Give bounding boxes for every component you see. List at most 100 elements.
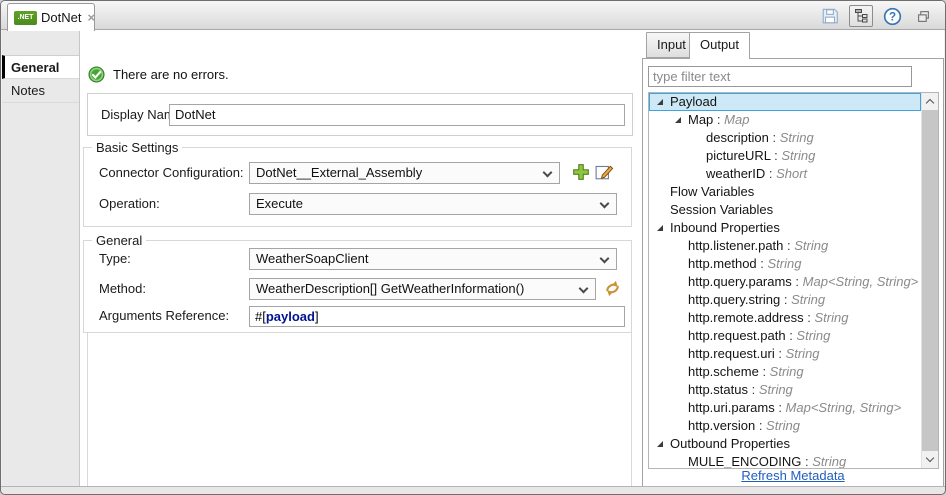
refresh-methods-button[interactable] [603, 279, 622, 298]
tree-item-name: Outbound Properties [670, 436, 790, 451]
tree-item-payload[interactable]: Payload [649, 93, 921, 111]
tree-item-outbound-properties[interactable]: Outbound Properties [649, 435, 921, 453]
tree-item-http-uri-params[interactable]: http.uri.params : Map<String, String> [649, 399, 921, 417]
expression-prefix: #[ [255, 309, 266, 324]
expand-arrow-icon[interactable] [657, 219, 670, 237]
metadata-filter-input[interactable] [648, 66, 912, 87]
edit-configuration-button[interactable] [595, 162, 614, 181]
tree-item-http-query-string[interactable]: http.query.string : String [649, 291, 921, 309]
operation-select[interactable]: Execute [249, 193, 617, 215]
tree-item-type: String [781, 148, 816, 163]
chevron-down-icon [599, 253, 610, 264]
window-bottom-edge [1, 486, 945, 494]
tree-item-http-method[interactable]: http.method : String [649, 255, 921, 273]
save-button[interactable] [818, 5, 842, 27]
tree-view-toggle-button[interactable] [849, 5, 873, 27]
restore-window-icon [917, 10, 929, 22]
tree-item-http-request-uri[interactable]: http.request.uri : String [649, 345, 921, 363]
type-select[interactable]: WeatherSoapClient [249, 248, 617, 270]
tree-item-type: String [766, 418, 801, 433]
no-errors-check-icon [88, 66, 105, 83]
type-separator: : [768, 130, 780, 145]
tree-item-name: pictureURL [706, 148, 771, 163]
svg-text:?: ? [888, 10, 895, 23]
expand-arrow-icon[interactable] [657, 93, 670, 111]
tree-item-name: Map [688, 112, 714, 127]
tree-item-name: MULE_ENCODING [688, 454, 802, 468]
tree-item-session-variables[interactable]: Session Variables [649, 201, 921, 219]
tree-item-type: String [796, 328, 831, 343]
refresh-metadata-link[interactable]: Refresh Metadata [741, 468, 844, 483]
view-toolbar: ? [818, 4, 935, 28]
tree-item-type: String [785, 346, 820, 361]
tree-item-flow-variables[interactable]: Flow Variables [649, 183, 921, 201]
arguments-reference-input[interactable]: #[payload] [249, 306, 625, 327]
tree-item-type: String [767, 256, 802, 271]
help-icon: ? [883, 7, 901, 25]
tab-output[interactable]: Output [689, 32, 751, 59]
tree-item-weatherid[interactable]: weatherID : Short [649, 165, 921, 183]
connector-configuration-value: DotNet__External_Assembly [256, 165, 423, 180]
expression-suffix: ] [314, 309, 319, 324]
tree-item-http-status[interactable]: http.status : String [649, 381, 921, 399]
scroll-up-icon[interactable] [922, 93, 938, 110]
operation-label: Operation: [99, 196, 160, 211]
type-separator: : [783, 238, 795, 253]
type-value: WeatherSoapClient [256, 251, 369, 266]
tree-item-description[interactable]: description : String [649, 129, 921, 147]
connector-configuration-select[interactable]: DotNet__External_Assembly [249, 162, 560, 184]
tree-item-mule-encoding[interactable]: MULE_ENCODING : String [649, 453, 921, 468]
restore-window-button[interactable] [911, 5, 935, 27]
tree-item-http-listener-path[interactable]: http.listener.path : String [649, 237, 921, 255]
tree-item-pictureurl[interactable]: pictureURL : String [649, 147, 921, 165]
sidebar-item-notes[interactable]: Notes [2, 79, 79, 103]
display-name-input[interactable] [169, 103, 625, 126]
tree-item-http-version[interactable]: http.version : String [649, 417, 921, 435]
tree-item-type: String [791, 292, 826, 307]
empty-form-panel [87, 333, 632, 494]
tree-item-type: String [779, 130, 814, 145]
tree-item-name: http.query.params [688, 274, 792, 289]
help-button[interactable]: ? [880, 5, 904, 27]
close-tab-icon[interactable]: × [87, 11, 95, 24]
display-name-section: Display Name: [87, 93, 633, 136]
tree-item-type: Map<String, String> [802, 274, 919, 289]
add-configuration-button[interactable] [572, 163, 590, 181]
scrollbar-thumb[interactable] [922, 110, 938, 451]
tree-item-type: String [758, 382, 793, 397]
type-separator: : [770, 148, 782, 163]
tree-item-name: http.uri.params [688, 400, 775, 415]
scroll-down-icon[interactable] [922, 451, 938, 468]
tree-item-map[interactable]: Map : Map [649, 111, 921, 129]
expand-arrow-icon[interactable] [675, 111, 688, 129]
tree-item-http-request-path[interactable]: http.request.path : String [649, 327, 921, 345]
type-separator: : [791, 274, 803, 289]
tree-scrollbar[interactable] [921, 93, 938, 468]
tree-item-http-scheme[interactable]: http.scheme : String [649, 363, 921, 381]
tree-view-icon [855, 9, 868, 23]
operation-value: Execute [256, 196, 303, 211]
metadata-panel: Input Output PayloadMap : Mapdescription… [642, 32, 944, 491]
tree-item-name: http.status [688, 382, 748, 397]
metadata-panel-content: PayloadMap : Mapdescription : Stringpict… [642, 58, 944, 491]
editor-tab-bar: .NET DotNet × ? [1, 1, 945, 31]
edit-icon [595, 165, 614, 180]
tree-item-name: http.scheme [688, 364, 759, 379]
refresh-icon [606, 280, 619, 297]
tree-item-name: http.query.string [688, 292, 781, 307]
type-separator: : [801, 454, 813, 468]
chevron-down-icon [542, 167, 553, 178]
editor-tab-dotnet[interactable]: .NET DotNet × [7, 3, 95, 31]
tree-item-type: String [814, 310, 849, 325]
refresh-metadata-row: Refresh Metadata [643, 467, 943, 485]
tree-item-http-remote-address[interactable]: http.remote.address : String [649, 309, 921, 327]
app-window: .NET DotNet × ? General Notes There are … [0, 0, 946, 495]
type-separator: : [803, 310, 815, 325]
expand-arrow-icon[interactable] [657, 435, 670, 453]
method-select[interactable]: WeatherDescription[] GetWeatherInformati… [249, 278, 596, 300]
tree-item-inbound-properties[interactable]: Inbound Properties [649, 219, 921, 237]
sidebar-item-general[interactable]: General [2, 55, 79, 79]
metadata-tree: Payload Map : Map description : String pict… [648, 92, 939, 469]
tree-item-http-query-params[interactable]: http.query.params : Map<String, String> [649, 273, 921, 291]
type-separator: : [765, 166, 777, 181]
